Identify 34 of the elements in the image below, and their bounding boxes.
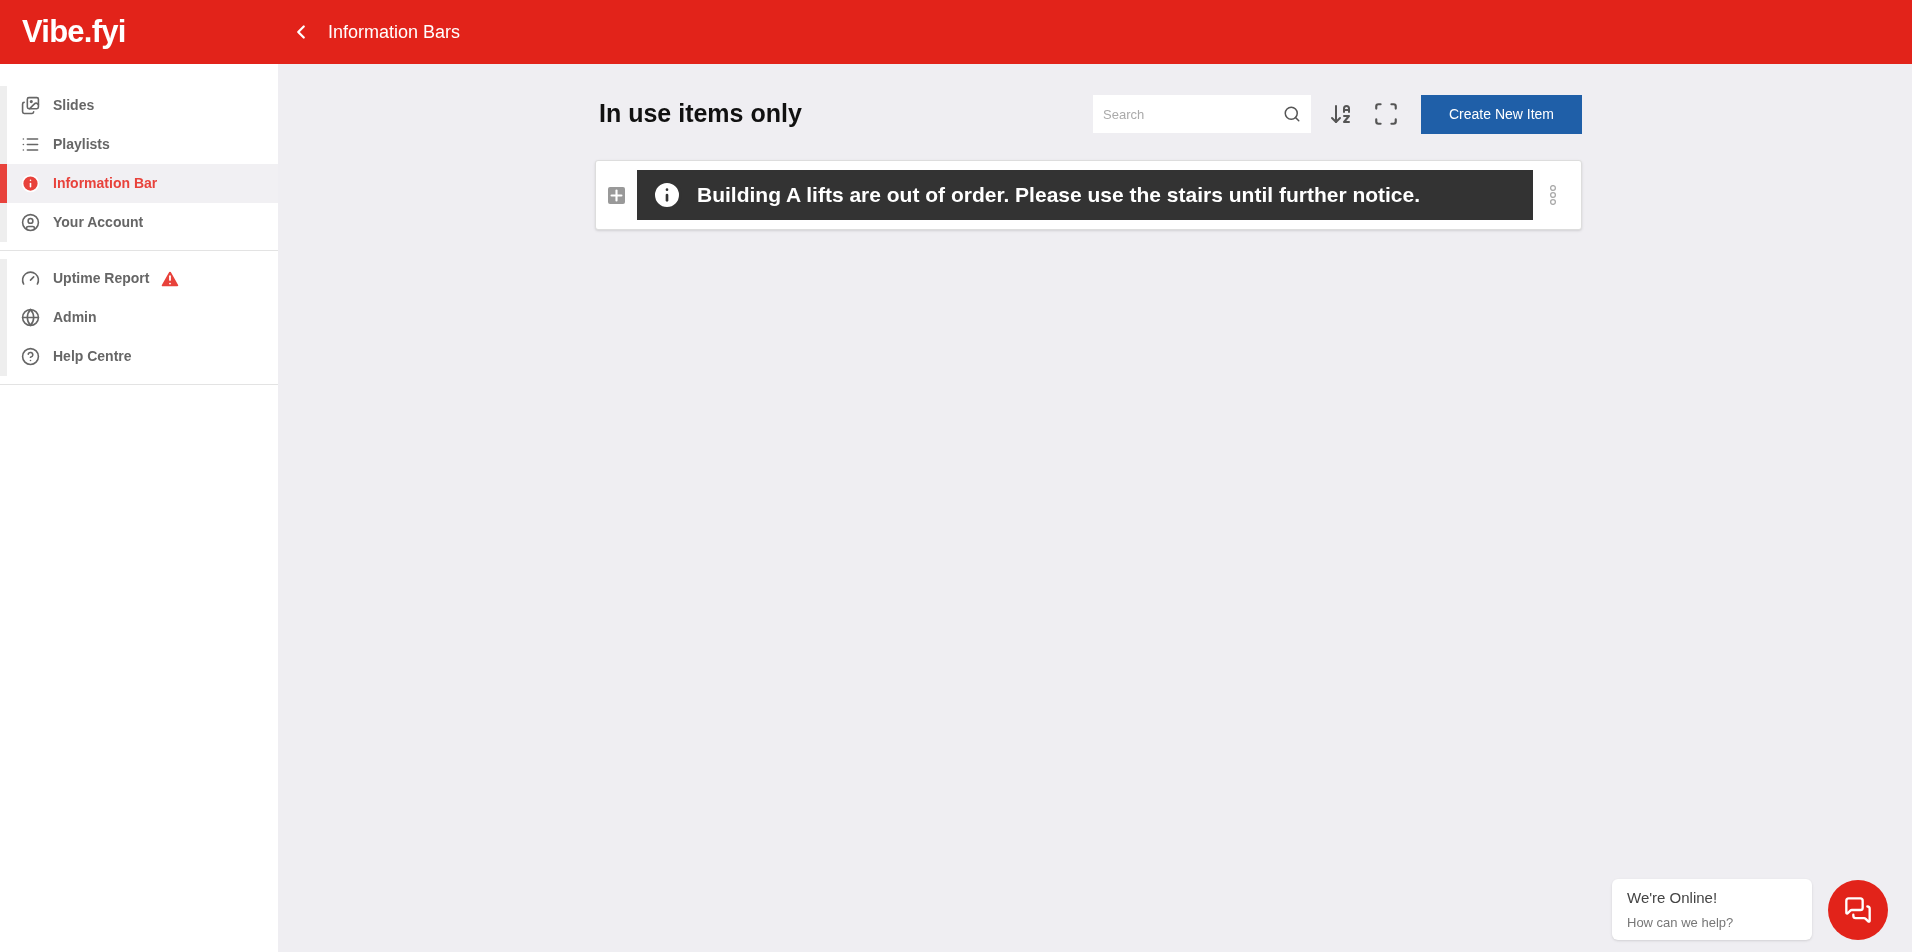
sidebar-label: Slides [53, 96, 95, 115]
sort-icon[interactable] [1329, 102, 1353, 126]
fullscreen-icon[interactable] [1373, 101, 1399, 127]
chat-title: We're Online! [1627, 888, 1719, 908]
page-title: Information Bars [328, 20, 461, 44]
expand-icon[interactable] [608, 186, 625, 204]
search-icon[interactable] [1283, 105, 1301, 123]
section-heading: In use items only [599, 98, 802, 130]
sidebar-item[interactable]: Help Centre [0, 337, 278, 376]
sidebar-label: Playlists [53, 135, 110, 154]
globe-icon [21, 308, 40, 327]
create-new-item-button[interactable]: Create New Item [1421, 94, 1582, 134]
sidebar-item[interactable]: Uptime Report [0, 259, 278, 298]
sidebar-label: Uptime Report [53, 269, 150, 288]
gauge-icon [21, 269, 40, 288]
chat-popup[interactable]: We're Online! How can we help? [1612, 879, 1812, 940]
sidebar-label: Your Account [53, 213, 144, 232]
sidebar-label: Information Bar [53, 174, 158, 193]
help-icon [21, 347, 40, 366]
list-icon [21, 135, 40, 154]
images-icon [21, 96, 40, 115]
chat-subtitle: How can we help? [1627, 913, 1735, 932]
information-message: Building A lifts are out of order. Please use the stairs until further notice. [697, 182, 1421, 209]
sidebar-item[interactable]: Information Bar [0, 164, 278, 203]
sidebar-item[interactable]: Admin [0, 298, 278, 337]
sidebar-item[interactable]: Slides [0, 86, 278, 125]
user-circle-icon [21, 213, 40, 232]
search-field[interactable]: Search [1093, 95, 1311, 133]
sidebar-item[interactable]: Your Account [0, 203, 278, 242]
chat-icon [1844, 895, 1872, 924]
sidebar-label: Admin [53, 308, 97, 327]
sidebar-label: Help Centre [53, 347, 132, 366]
logo[interactable]: Vibe.fyi [22, 8, 278, 56]
info-icon [21, 174, 40, 193]
